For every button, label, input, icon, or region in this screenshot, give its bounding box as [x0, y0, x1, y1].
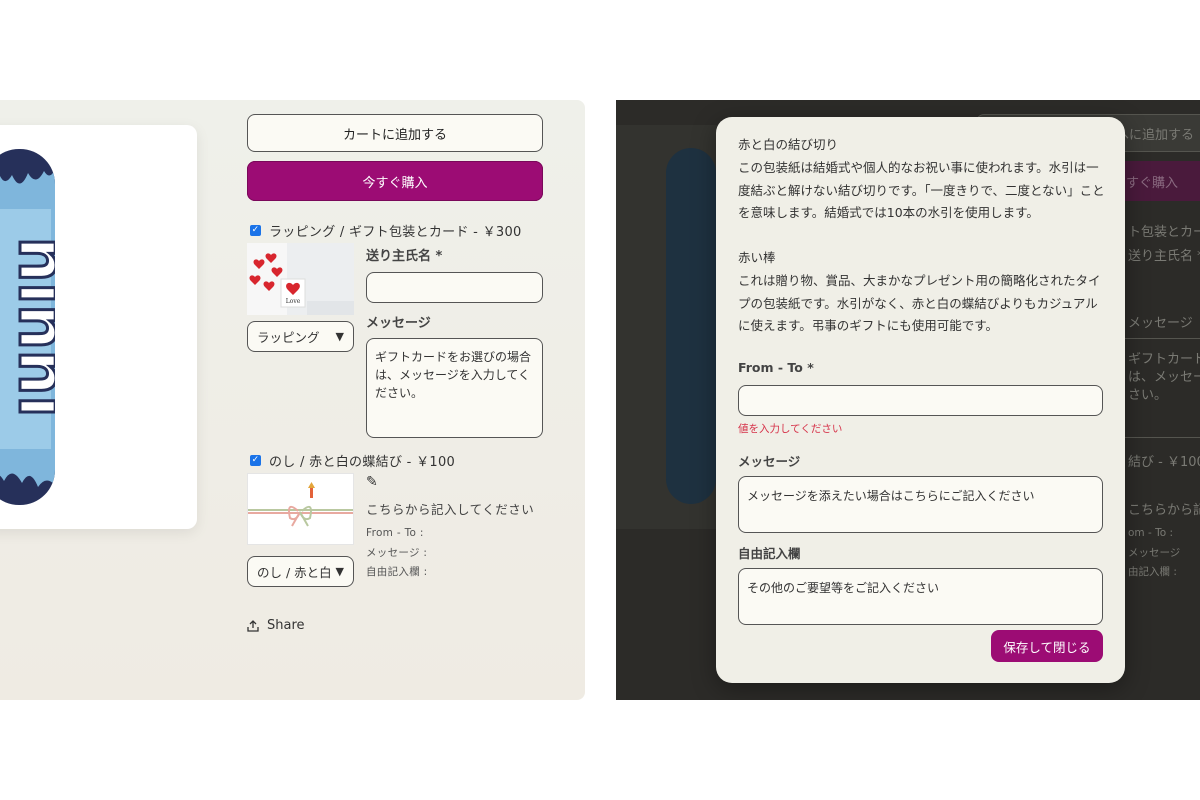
background-text: へに追加する — [1116, 128, 1195, 143]
share-label: Share — [267, 618, 305, 633]
noshi-ribbon-image — [248, 474, 353, 544]
noshi-option-label: のし / 赤と白の蝶結び - ￥100 — [269, 455, 456, 470]
background-text: ト包装とカード — [1128, 225, 1200, 240]
noshi-note: こちらから記入してください — [366, 502, 535, 517]
message-placeholder: ギフトカードをお選びの場合は、メッセージを入力してください。 — [375, 350, 532, 400]
add-to-cart-button[interactable]: カートに追加する — [247, 114, 543, 152]
section1-title: 赤と白の結び切り — [738, 137, 839, 152]
noshi-select[interactable]: のし / 赤と白 ▼ — [247, 556, 354, 587]
wrapping-checkbox[interactable]: ✓ — [250, 225, 261, 236]
board-logo-text: ninni — [4, 237, 55, 418]
pencil-icon[interactable]: ✎ — [366, 474, 378, 490]
section2-title: 赤い棒 — [738, 250, 776, 265]
from-to-input[interactable] — [738, 385, 1103, 416]
share-button[interactable]: Share — [247, 618, 305, 633]
background-text: すぐ購入 — [1126, 176, 1179, 191]
background-text: メッセージ — [1128, 316, 1193, 331]
free-text-placeholder: その他のご要望等をご記入ください — [747, 581, 940, 595]
from-to-error: 値を入力してください — [738, 423, 843, 435]
background-text: 結び - ￥100 — [1128, 455, 1200, 470]
snowboard-image: ninni — [0, 149, 55, 505]
modal-overlay: へに追加する すぐ購入 ト包装とカード 送り主氏名 * メッセージ ギフトカード… — [616, 100, 1200, 700]
section2-body: これは贈り物、賞品、大まかなプレゼント用の簡略化されたタイプの包装紙です。水引が… — [738, 273, 1101, 333]
wrapping-select-value: ラッピング — [257, 330, 320, 345]
share-icon — [247, 619, 259, 632]
noshi-modal: 赤と白の結び切り この包装紙は結婚式や個人的なお祝い事に使われます。水引は一度結… — [716, 117, 1125, 683]
noshi-checkbox[interactable]: ✓ — [250, 455, 261, 466]
noshi-select-value: のし / 赤と白 — [257, 565, 332, 580]
wrapping-option-label: ラッピング / ギフト包装とカード - ￥300 — [269, 225, 522, 240]
background-snowboard — [666, 148, 716, 504]
wrapping-thumbnail: Love — [247, 243, 354, 315]
sender-name-label: 送り主氏名 * — [366, 249, 443, 264]
wrapping-select[interactable]: ラッピング ▼ — [247, 321, 354, 352]
chevron-down-icon: ▼ — [335, 565, 344, 578]
noshi-free-text: 自由記入欄 : — [366, 566, 428, 578]
sender-name-input[interactable] — [366, 272, 543, 303]
noshi-message: メッセージ : — [366, 547, 428, 559]
section1-body: この包装紙は結婚式や個人的なお祝い事に使われます。水引は一度結ぶと解けない結び切… — [738, 160, 1105, 220]
background-text: は、メッセー — [1128, 370, 1200, 385]
love-card-text: Love — [286, 298, 301, 305]
noshi-option-row[interactable]: ✓ のし / 赤と白の蝶結び - ￥100 — [250, 451, 455, 470]
modal-message-label: メッセージ — [738, 454, 801, 469]
background-text: メッセージ — [1128, 547, 1181, 559]
background-text: 由記入欄 : — [1128, 566, 1177, 578]
buy-now-button[interactable]: 今すぐ購入 — [247, 161, 543, 201]
product-image-card: ninni — [0, 125, 197, 529]
message-label: メッセージ — [366, 316, 431, 331]
from-to-label: From - To * — [738, 360, 814, 375]
background-text: om - To : — [1128, 527, 1174, 539]
wrapping-option-row[interactable]: ✓ ラッピング / ギフト包装とカード - ￥300 — [250, 221, 522, 240]
noshi-from-to: From - To : — [366, 527, 424, 539]
background-text: 送り主氏名 * — [1128, 249, 1200, 264]
background-text: さい。 — [1128, 388, 1168, 403]
free-text-label: 自由記入欄 — [738, 546, 801, 561]
gift-hearts-image: Love — [247, 243, 354, 315]
noshi-thumbnail — [247, 473, 354, 545]
save-and-close-button[interactable]: 保存して閉じる — [991, 630, 1103, 662]
free-text-textarea[interactable] — [738, 568, 1103, 625]
chevron-down-icon: ▼ — [335, 330, 344, 343]
background-text: こちらから記入 — [1128, 503, 1200, 518]
modal-message-textarea[interactable] — [738, 476, 1103, 533]
modal-message-placeholder: メッセージを添えたい場合はこちらにご記入ください — [747, 489, 1035, 503]
product-panel: ninni カートに追加する 今すぐ購入 ✓ ラッピング / ギフト包装とカード… — [0, 100, 585, 700]
background-text: ギフトカードを — [1128, 352, 1200, 367]
